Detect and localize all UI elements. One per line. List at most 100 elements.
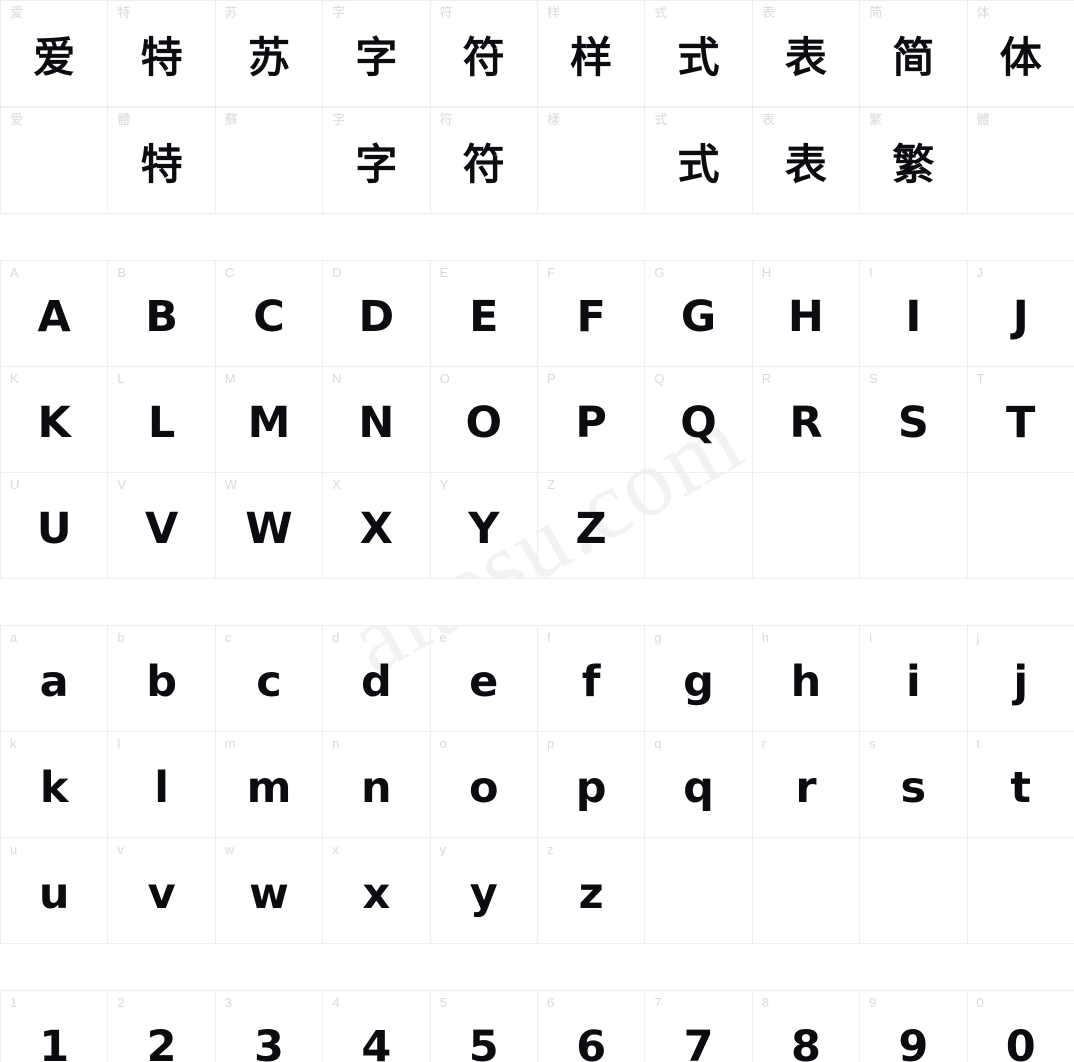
glyph-cell[interactable]: 66 xyxy=(538,991,646,1062)
glyph-cell[interactable]: 字字 xyxy=(323,108,431,214)
glyph-cell[interactable]: 字字 xyxy=(323,1,431,107)
glyph-cell[interactable]: 样样 xyxy=(537,1,646,107)
glyph-cell[interactable]: 式式 xyxy=(645,108,753,214)
glyph-cell[interactable]: II xyxy=(860,261,968,367)
glyph-cell-tag: 4 xyxy=(332,995,340,1010)
glyph-cell[interactable]: aa xyxy=(1,626,109,732)
glyph-cell[interactable] xyxy=(752,473,861,579)
glyph-cell[interactable]: 表表 xyxy=(752,1,861,107)
glyph-cell[interactable]: rr xyxy=(752,732,861,838)
glyph-cell[interactable] xyxy=(752,838,861,944)
glyph-cell[interactable]: cc xyxy=(215,626,324,732)
glyph-cell[interactable] xyxy=(967,473,1074,579)
glyph-cell[interactable]: VV xyxy=(108,473,216,579)
glyph-cell[interactable]: 繁繁 xyxy=(860,108,968,214)
glyph-cell[interactable]: 44 xyxy=(323,991,431,1062)
glyph-cell[interactable]: EE xyxy=(430,261,538,367)
glyph-cell[interactable]: ll xyxy=(108,732,216,838)
glyph-cell-character: 符 xyxy=(462,139,505,189)
glyph-cell[interactable]: SS xyxy=(860,367,968,473)
glyph-cell[interactable]: BB xyxy=(108,261,216,367)
glyph-cell[interactable]: pp xyxy=(537,732,646,838)
glyph-cell[interactable]: 苏苏 xyxy=(215,1,324,107)
glyph-cell[interactable]: ii xyxy=(860,626,968,732)
glyph-cell[interactable]: kk xyxy=(1,732,109,838)
glyph-cell[interactable]: nn xyxy=(323,732,431,838)
glyph-cell[interactable]: YY xyxy=(430,473,538,579)
glyph-cell[interactable]: ss xyxy=(860,732,968,838)
glyph-cell[interactable] xyxy=(967,838,1074,944)
glyph-cell[interactable]: 33 xyxy=(216,991,324,1062)
glyph-cell[interactable]: bb xyxy=(108,626,216,732)
glyph-cell[interactable]: jj xyxy=(967,626,1074,732)
glyph-cell[interactable]: hh xyxy=(752,626,861,732)
glyph-cell[interactable]: 符符 xyxy=(430,1,538,107)
glyph-cell[interactable]: zz xyxy=(537,838,646,944)
glyph-cell[interactable]: uu xyxy=(1,838,109,944)
glyph-cell[interactable]: ee xyxy=(430,626,538,732)
glyph-cell[interactable]: 體特 xyxy=(108,108,216,214)
glyph-cell[interactable]: 22 xyxy=(108,991,216,1062)
glyph-cell[interactable]: 特特 xyxy=(108,1,216,107)
glyph-cell[interactable]: NN xyxy=(323,367,431,473)
glyph-cell[interactable]: 式式 xyxy=(645,1,753,107)
glyph-cell[interactable] xyxy=(645,473,753,579)
glyph-cell[interactable]: GG xyxy=(645,261,753,367)
glyph-cell-character: e xyxy=(469,657,499,707)
glyph-cell[interactable]: 99 xyxy=(860,991,968,1062)
glyph-cell[interactable]: ww xyxy=(215,838,324,944)
glyph-cell[interactable]: JJ xyxy=(967,261,1074,367)
glyph-cell[interactable]: HH xyxy=(752,261,861,367)
font-specimen-sheet: aitesu.com 爱爱特特苏苏字字符符样样式式表表简简体体愛體特蘇字字符符樣… xyxy=(0,0,1074,1062)
glyph-cell-character: 表 xyxy=(784,139,827,189)
glyph-cell-tag: K xyxy=(10,371,19,386)
glyph-cell[interactable]: dd xyxy=(323,626,431,732)
glyph-cell[interactable]: 88 xyxy=(753,991,861,1062)
glyph-cell[interactable]: DD xyxy=(323,261,431,367)
glyph-cell[interactable]: OO xyxy=(430,367,538,473)
glyph-cell[interactable]: 体体 xyxy=(967,1,1074,107)
glyph-cell-tag: Y xyxy=(439,477,449,492)
glyph-cell[interactable]: vv xyxy=(108,838,216,944)
glyph-cell[interactable]: XX xyxy=(323,473,431,579)
glyph-cell[interactable]: gg xyxy=(645,626,753,732)
glyph-cell[interactable]: 00 xyxy=(968,991,1074,1062)
glyph-cell[interactable]: RR xyxy=(752,367,861,473)
glyph-cell[interactable]: MM xyxy=(215,367,324,473)
glyph-cell[interactable]: mm xyxy=(215,732,324,838)
glyph-cell[interactable]: LL xyxy=(108,367,216,473)
glyph-cell[interactable]: 表表 xyxy=(752,108,861,214)
glyph-cell[interactable]: tt xyxy=(967,732,1074,838)
glyph-cell[interactable]: UU xyxy=(1,473,109,579)
glyph-cell[interactable]: 爱爱 xyxy=(1,1,109,107)
glyph-cell[interactable]: oo xyxy=(430,732,538,838)
glyph-cell[interactable]: KK xyxy=(1,367,109,473)
glyph-cell-character: 0 xyxy=(1005,1022,1036,1062)
glyph-cell[interactable]: 简简 xyxy=(860,1,968,107)
glyph-cell[interactable]: ff xyxy=(537,626,646,732)
glyph-cell[interactable]: PP xyxy=(537,367,646,473)
glyph-cell[interactable]: 11 xyxy=(1,991,109,1062)
glyph-cell[interactable]: 樣 xyxy=(537,108,646,214)
glyph-cell[interactable]: ZZ xyxy=(537,473,646,579)
glyph-cell[interactable]: 55 xyxy=(431,991,538,1062)
glyph-cell[interactable] xyxy=(860,838,968,944)
glyph-cell[interactable]: FF xyxy=(537,261,646,367)
glyph-cell-tag: 爱 xyxy=(10,5,24,20)
glyph-cell[interactable]: 體 xyxy=(967,108,1074,214)
glyph-cell[interactable]: yy xyxy=(430,838,538,944)
glyph-cell-character: c xyxy=(256,657,282,707)
glyph-cell[interactable]: qq xyxy=(645,732,753,838)
glyph-cell[interactable]: 77 xyxy=(645,991,753,1062)
glyph-cell[interactable]: 符符 xyxy=(430,108,538,214)
glyph-cell[interactable]: 愛 xyxy=(1,108,109,214)
glyph-cell[interactable]: AA xyxy=(1,261,109,367)
glyph-cell[interactable]: xx xyxy=(323,838,431,944)
glyph-cell[interactable] xyxy=(645,838,753,944)
glyph-cell[interactable]: 蘇 xyxy=(215,108,324,214)
glyph-cell[interactable]: CC xyxy=(215,261,324,367)
glyph-cell[interactable] xyxy=(860,473,968,579)
glyph-cell[interactable]: TT xyxy=(967,367,1074,473)
glyph-cell[interactable]: QQ xyxy=(645,367,753,473)
glyph-cell[interactable]: WW xyxy=(215,473,324,579)
